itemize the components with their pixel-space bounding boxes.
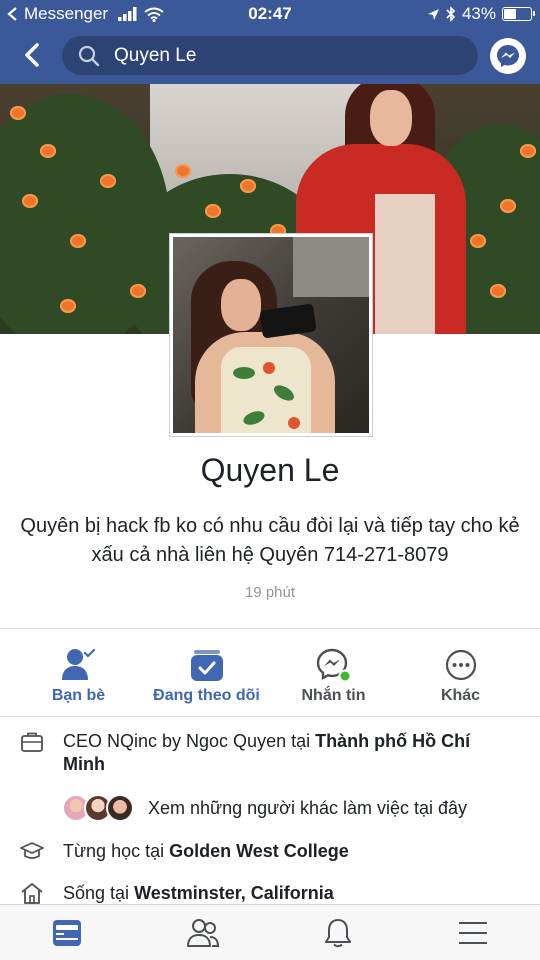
profile-name: Quyen Le [200, 452, 340, 488]
photo-dress-flower [263, 362, 275, 374]
cover-flower [10, 106, 26, 120]
following-button[interactable]: Đang theo dõi [139, 629, 274, 716]
friends-check-icon [61, 647, 97, 683]
search-input[interactable]: Quyen Le [62, 36, 478, 75]
cover-flower [175, 164, 191, 178]
bluetooth-icon [446, 6, 456, 22]
cover-flower [205, 204, 221, 218]
friends-label: Bạn bè [51, 687, 106, 704]
message-button[interactable]: Nhắn tin [266, 629, 401, 716]
more-button[interactable]: Khác [393, 629, 528, 716]
cover-person-face [370, 90, 412, 146]
tab-notifications[interactable] [318, 913, 358, 953]
search-query: Quyen Le [114, 44, 197, 66]
cover-flower [520, 144, 536, 158]
cover-flower [500, 199, 516, 213]
cover-flower [240, 179, 256, 193]
tab-friends[interactable] [183, 913, 223, 953]
back-button[interactable] [16, 38, 48, 72]
coworkers-link[interactable]: Xem những người khác làm việc tại đây [62, 792, 467, 824]
cover-flower [100, 174, 116, 188]
battery-icon [502, 7, 535, 21]
work-title: CEO NQinc by Ngoc Quyen tại [63, 731, 316, 751]
friends-icon [187, 919, 220, 947]
cover-flower [470, 234, 486, 248]
friends-button[interactable]: Bạn bè [11, 629, 146, 716]
tab-news-feed[interactable] [47, 913, 87, 953]
cover-flower [70, 234, 86, 248]
more-label: Khác [440, 687, 481, 704]
cover-flower [490, 284, 506, 298]
profile-picture[interactable] [169, 233, 373, 437]
education-prefix: Từng học tại [63, 841, 170, 861]
following-icon [189, 647, 225, 683]
profile-action-bar: Bạn bè Đang theo dõi Nhắn tin Khác [0, 629, 540, 716]
status-bar: Messenger 02:47 43% [0, 0, 540, 28]
tab-menu[interactable] [453, 913, 493, 953]
lives-in-prefix: Sống tại [63, 883, 135, 903]
more-icon [443, 647, 479, 683]
photo-phone [259, 303, 317, 339]
divider [0, 716, 540, 717]
cover-flower [40, 144, 56, 158]
photo-dress-flower [288, 417, 300, 429]
notifications-bell-icon [325, 919, 351, 948]
messenger-button[interactable] [490, 38, 526, 74]
briefcase-icon [21, 732, 43, 752]
home-icon [21, 883, 43, 904]
education-school: Golden West College [169, 841, 349, 861]
coworkers-text: Xem những người khác làm việc tại đây [148, 797, 468, 818]
photo-window [293, 237, 369, 297]
bio-timestamp: 19 phút [244, 584, 296, 601]
profile-photo-image [173, 237, 369, 433]
location-arrow-icon [427, 8, 439, 20]
cover-flower [22, 194, 38, 208]
battery-percent: 43% [461, 4, 496, 23]
cover-flower [60, 299, 76, 313]
bottom-tab-bar [0, 904, 540, 960]
avatar [106, 794, 134, 822]
message-label: Nhắn tin [301, 687, 366, 704]
photo-face [221, 279, 261, 331]
chevron-left-icon [25, 43, 39, 67]
menu-icon [459, 922, 487, 944]
graduation-cap-icon [20, 842, 44, 859]
lives-in-place: Westminster, California [134, 883, 334, 903]
status-right: 43% [427, 4, 535, 24]
detail-lives-in-text: Sống tại Westminster, California [63, 882, 500, 905]
battery-level [504, 9, 517, 19]
following-label: Đang theo dõi [153, 687, 260, 704]
cover-flower [130, 284, 146, 298]
detail-education-text: Từng học tại Golden West College [63, 840, 500, 863]
cover-person-dress [375, 194, 435, 334]
top-header: Messenger 02:47 43% Quyen Le [0, 0, 540, 84]
messenger-icon [316, 647, 352, 683]
news-feed-icon [53, 920, 81, 946]
search-icon [78, 45, 100, 66]
detail-work-text: CEO NQinc by Ngoc Quyen tại Thành phố Hồ… [63, 730, 500, 776]
photo-dress-leaf [233, 367, 255, 379]
messenger-icon [497, 45, 519, 67]
profile-bio: Quyên bị hack fb ko có nhu cầu đòi lại v… [20, 515, 520, 566]
